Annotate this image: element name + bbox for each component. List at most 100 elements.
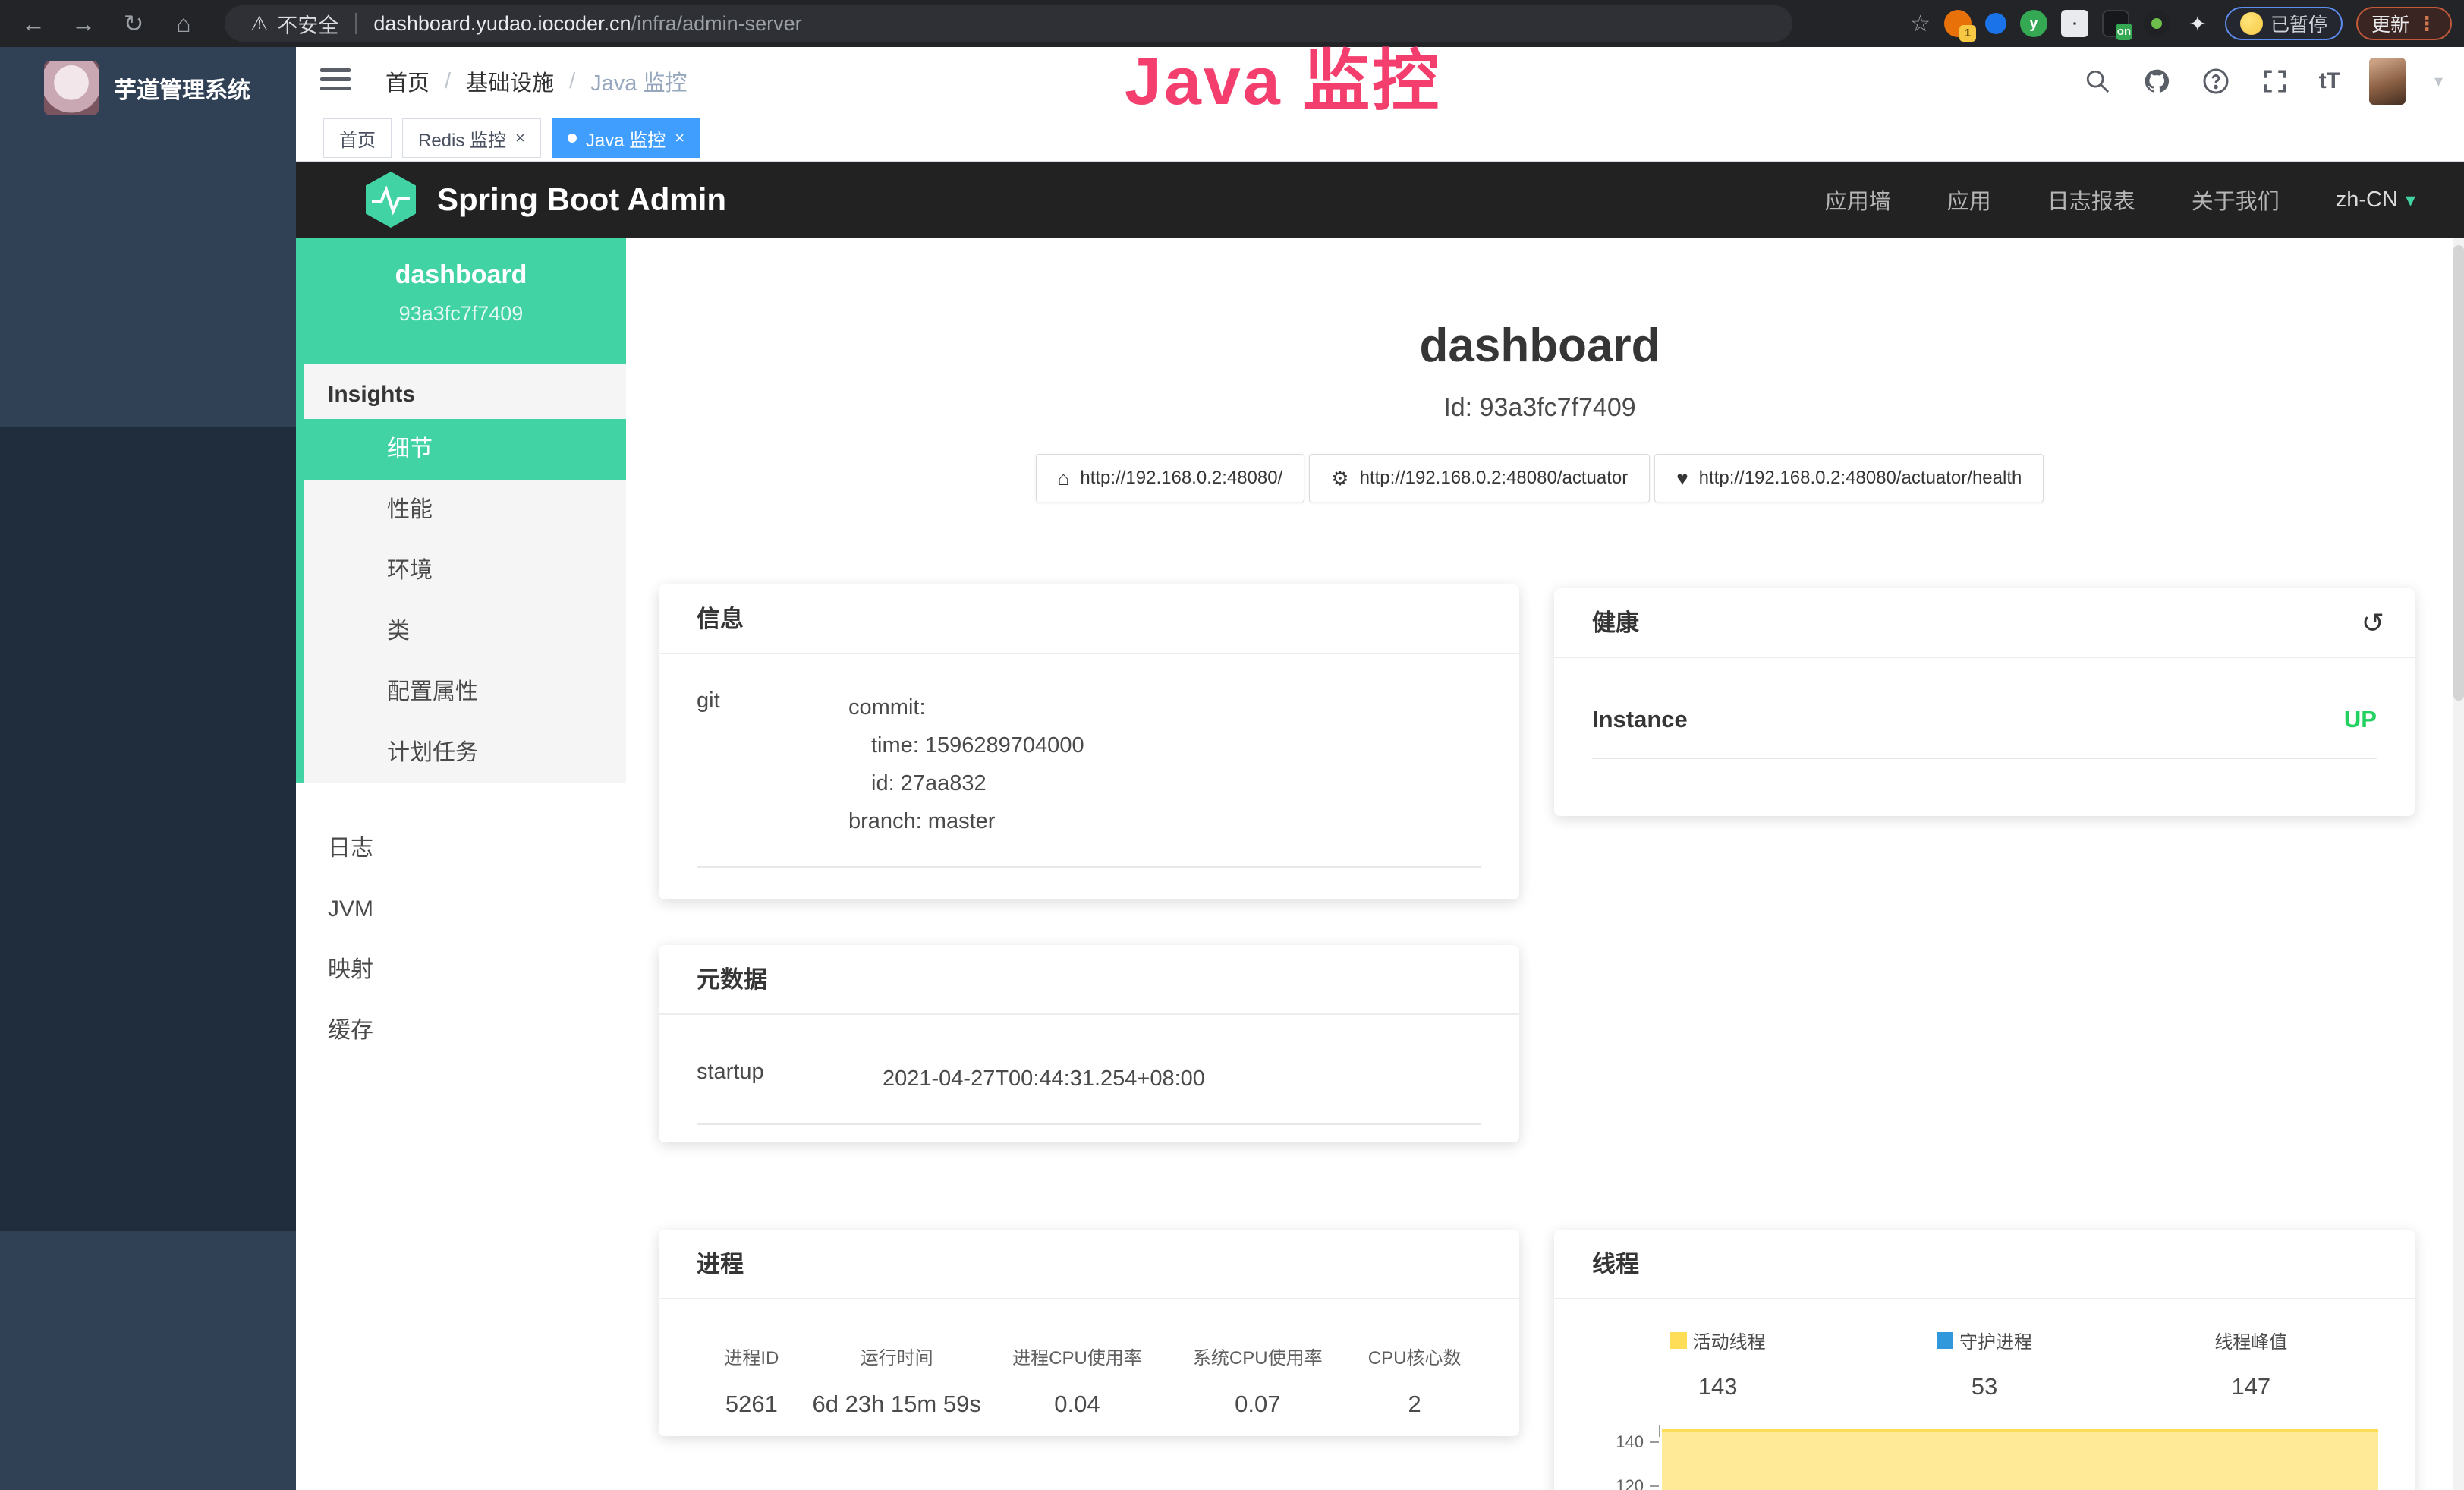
- health-instance-label[interactable]: Instance: [1592, 706, 1688, 733]
- legend-daemon-value: 53: [1851, 1373, 2117, 1400]
- endpoint-buttons: ⌂ http://192.168.0.2:48080/ ⚙ http://192…: [626, 454, 2453, 502]
- extension-icon-y[interactable]: y: [2020, 10, 2047, 37]
- git-id-line: id: 27aa832: [848, 764, 1481, 802]
- sba-instance-block[interactable]: dashboard 93a3fc7f7409: [296, 238, 626, 364]
- update-button[interactable]: 更新 ⋮: [2356, 7, 2452, 40]
- legend-daemon-label: 守护进程: [1959, 1327, 2032, 1353]
- header-actions: tT ▾: [2082, 47, 2443, 115]
- content-scrollbar[interactable]: [2453, 238, 2464, 1490]
- metadata-card: 元数据 startup 2021-04-27T00:44:31.254+08:0…: [659, 945, 1519, 1142]
- sba-menu-metrics[interactable]: 性能: [304, 480, 626, 540]
- breadcrumb-home[interactable]: 首页: [385, 65, 430, 97]
- process-card-title: 进程: [659, 1230, 1519, 1299]
- process-col-uptime: 运行时间: [807, 1343, 987, 1369]
- endpoint-actuator-button[interactable]: ⚙ http://192.168.0.2:48080/actuator: [1309, 454, 1650, 502]
- sba-nav-applications[interactable]: 应用: [1947, 184, 1991, 216]
- active-tab-dot: [568, 134, 577, 143]
- sba-menu-jvm[interactable]: JVM: [296, 879, 626, 940]
- process-uptime-value: 6d 23h 15m 59s: [807, 1391, 987, 1418]
- fullscreen-icon[interactable]: [2260, 66, 2290, 96]
- tab-label: 首页: [339, 125, 376, 152]
- sba-menu-scheduled-tasks[interactable]: 计划任务: [304, 723, 626, 783]
- extension-icon-orange[interactable]: 1: [1944, 10, 1972, 37]
- process-cpu-value: 0.04: [987, 1391, 1168, 1418]
- spring-boot-admin-logo: [366, 172, 416, 228]
- sba-menu-logs[interactable]: 日志: [296, 818, 626, 879]
- sba-menu-mappings[interactable]: 映射: [296, 940, 626, 1000]
- sidebar-toggle-icon[interactable]: [320, 68, 351, 94]
- sba-locale-select[interactable]: zh-CN ▾: [2336, 187, 2415, 213]
- close-icon[interactable]: ×: [515, 128, 525, 148]
- threads-area-chart: 140 120 100: [1584, 1423, 2384, 1490]
- paused-extension-pill[interactable]: 已暂停: [2225, 7, 2343, 40]
- metadata-card-title: 元数据: [659, 945, 1519, 1015]
- tab-java-monitor[interactable]: Java 监控 ×: [552, 118, 700, 158]
- endpoint-home-button[interactable]: ⌂ http://192.168.0.2:48080/: [1036, 454, 1305, 502]
- page-title: dashboard: [626, 319, 2453, 373]
- legend-live-label: 活动线程: [1693, 1327, 1766, 1353]
- health-card: 健康 ↺ Instance UP: [1554, 588, 2415, 816]
- browser-actions: ☆ 1 y on ✦ 已暂停 更新 ⋮: [1910, 0, 2452, 47]
- history-icon[interactable]: ↺: [2362, 588, 2384, 658]
- live-threads-area-series: [1662, 1429, 2378, 1490]
- extension-icon-plant[interactable]: [2143, 10, 2170, 37]
- emoji-face-icon: [2240, 12, 2263, 35]
- browser-back-icon[interactable]: ←: [17, 10, 50, 38]
- font-size-icon[interactable]: tT: [2319, 68, 2340, 94]
- legend-peak-label: 线程峰值: [2214, 1327, 2287, 1353]
- sba-menu-classes[interactable]: 类: [304, 601, 626, 662]
- process-cores-value: 2: [1348, 1391, 1481, 1418]
- process-syscpu-value: 0.07: [1167, 1391, 1348, 1418]
- user-avatar[interactable]: [2369, 58, 2406, 105]
- browser-reload-icon[interactable]: ↻: [117, 9, 150, 38]
- sba-menu-caches[interactable]: 缓存: [296, 1000, 626, 1061]
- breadcrumb-infra[interactable]: 基础设施: [466, 65, 554, 97]
- scrollbar-thumb[interactable]: [2453, 245, 2464, 701]
- bookmark-star-icon[interactable]: ☆: [1910, 11, 1931, 37]
- plant-dot: [2151, 18, 2162, 29]
- endpoint-url: http://192.168.0.2:48080/actuator/health: [1699, 468, 2022, 489]
- instance-name: dashboard: [296, 238, 626, 290]
- help-icon[interactable]: [2201, 66, 2231, 96]
- heartbeat-icon: ♥: [1676, 467, 1688, 490]
- user-menu-caret-icon[interactable]: ▾: [2434, 71, 2443, 91]
- y-tick-120: 120: [1595, 1476, 1644, 1490]
- sba-nav-journal[interactable]: 日志报表: [2047, 184, 2135, 216]
- security-warning-icon[interactable]: ⚠: [250, 12, 268, 36]
- sba-header: Spring Boot Admin 应用墙 应用 日志报表 关于我们 zh-CN…: [296, 162, 2464, 238]
- sba-nav-about[interactable]: 关于我们: [2192, 184, 2280, 216]
- info-card: 信息 git commit: time: 1596289704000 id: 2…: [659, 584, 1519, 899]
- breadcrumb-separator: /: [569, 69, 575, 94]
- app-logo: [44, 61, 99, 115]
- status-badge: UP: [2344, 706, 2377, 733]
- sba-menu-environment[interactable]: 环境: [304, 540, 626, 601]
- extension-icon-pin[interactable]: [1985, 13, 2006, 34]
- extension-on-badge: on: [2116, 24, 2132, 40]
- instance-id: 93a3fc7f7409: [296, 302, 626, 326]
- tab-home[interactable]: 首页: [323, 118, 392, 158]
- sba-nav-wallboard[interactable]: 应用墙: [1825, 184, 1891, 216]
- threads-card-title: 线程: [1554, 1230, 2415, 1299]
- extension-icon-puzzle[interactable]: ✦: [2184, 10, 2211, 37]
- github-icon[interactable]: [2141, 66, 2172, 96]
- sba-menu-details[interactable]: 细节: [296, 419, 626, 480]
- sba-brand-title[interactable]: Spring Boot Admin: [437, 181, 726, 218]
- process-col-syscpu: 系统CPU使用率: [1167, 1343, 1348, 1369]
- tab-label: Java 监控: [586, 125, 666, 152]
- url-divider: [355, 13, 357, 34]
- sba-menu-config-props[interactable]: 配置属性: [304, 662, 626, 723]
- extension-badge: 1: [1959, 25, 1976, 42]
- git-branch-line: branch: master: [848, 802, 1481, 840]
- process-col-pid: 进程ID: [697, 1343, 807, 1369]
- search-icon[interactable]: [2082, 66, 2113, 96]
- kebab-menu-icon[interactable]: ⋮: [2417, 12, 2437, 36]
- extension-icon-grid[interactable]: [2061, 10, 2088, 37]
- address-bar[interactable]: ⚠ 不安全 dashboard.yudao.iocoder.cn /infra/…: [225, 5, 1792, 42]
- tab-redis-monitor[interactable]: Redis 监控 ×: [402, 118, 541, 158]
- extension-icon-switch[interactable]: on: [2102, 10, 2129, 37]
- close-icon[interactable]: ×: [675, 128, 684, 148]
- browser-forward-icon[interactable]: →: [67, 10, 100, 38]
- sba-nav: 应用墙 应用 日志报表 关于我们 zh-CN ▾: [1825, 162, 2415, 238]
- browser-home-icon[interactable]: ⌂: [167, 10, 200, 38]
- endpoint-health-button[interactable]: ♥ http://192.168.0.2:48080/actuator/heal…: [1654, 454, 2044, 502]
